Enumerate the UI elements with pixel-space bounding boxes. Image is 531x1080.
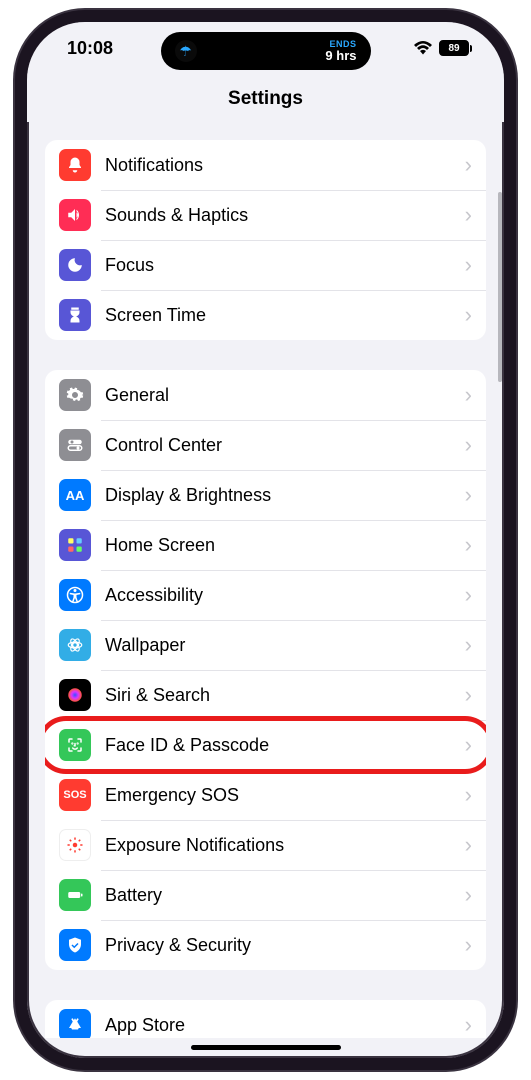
home-indicator[interactable]: [191, 1045, 341, 1050]
exposure-icon: [59, 829, 91, 861]
chevron-right-icon: ›: [465, 1012, 472, 1038]
chevron-right-icon: ›: [465, 302, 472, 328]
settings-group: App Store›: [45, 1000, 486, 1038]
settings-row-emergency-sos[interactable]: SOS Emergency SOS›: [45, 770, 486, 820]
status-time: 10:08: [67, 38, 113, 59]
wifi-icon: [413, 41, 433, 55]
appstore-icon: [59, 1009, 91, 1038]
row-label: Face ID & Passcode: [105, 735, 465, 756]
row-label: Notifications: [105, 155, 465, 176]
chevron-right-icon: ›: [465, 202, 472, 228]
battery-icon: [59, 879, 91, 911]
row-label: Accessibility: [105, 585, 465, 606]
chevron-right-icon: ›: [465, 252, 472, 278]
settings-row-exposure-notifications[interactable]: Exposure Notifications›: [45, 820, 486, 870]
chevron-right-icon: ›: [465, 682, 472, 708]
settings-row-control-center[interactable]: Control Center›: [45, 420, 486, 470]
chevron-right-icon: ›: [465, 932, 472, 958]
battery-indicator: 89: [439, 40, 472, 56]
settings-group: Notifications›Sounds & Haptics›Focus›Scr…: [45, 140, 486, 340]
settings-list[interactable]: Notifications›Sounds & Haptics›Focus›Scr…: [27, 122, 504, 1038]
faceid-icon: [59, 729, 91, 761]
settings-row-notifications[interactable]: Notifications›: [45, 140, 486, 190]
dynamic-island[interactable]: ☂ ENDS 9 hrs: [161, 32, 371, 70]
settings-row-home-screen[interactable]: Home Screen›: [45, 520, 486, 570]
chevron-right-icon: ›: [465, 432, 472, 458]
sos-icon: SOS: [59, 779, 91, 811]
row-label: Exposure Notifications: [105, 835, 465, 856]
row-label: General: [105, 385, 465, 406]
screentime-icon: [59, 299, 91, 331]
controlcenter-icon: [59, 429, 91, 461]
scroll-indicator: [498, 192, 502, 382]
display-icon: AA: [59, 479, 91, 511]
settings-group: General›Control Center›AADisplay & Brigh…: [45, 370, 486, 970]
chevron-right-icon: ›: [465, 382, 472, 408]
settings-row-battery[interactable]: Battery›: [45, 870, 486, 920]
status-bar: 10:08 ☂ ENDS 9 hrs 89: [27, 22, 504, 74]
chevron-right-icon: ›: [465, 832, 472, 858]
settings-row-general[interactable]: General›: [45, 370, 486, 420]
phone-frame: 10:08 ☂ ENDS 9 hrs 89 Settings Notificat…: [15, 10, 516, 1070]
settings-row-accessibility[interactable]: Accessibility›: [45, 570, 486, 620]
accessibility-icon: [59, 579, 91, 611]
island-hours: 9 hrs: [325, 49, 356, 62]
row-label: Wallpaper: [105, 635, 465, 656]
general-icon: [59, 379, 91, 411]
row-label: Focus: [105, 255, 465, 276]
settings-row-focus[interactable]: Focus›: [45, 240, 486, 290]
page-header: Settings: [27, 74, 504, 122]
row-label: App Store: [105, 1015, 465, 1036]
chevron-right-icon: ›: [465, 732, 472, 758]
row-label: Emergency SOS: [105, 785, 465, 806]
settings-row-app-store[interactable]: App Store›: [45, 1000, 486, 1038]
row-label: Screen Time: [105, 305, 465, 326]
umbrella-icon: ☂: [175, 40, 197, 62]
sounds-icon: [59, 199, 91, 231]
row-label: Sounds & Haptics: [105, 205, 465, 226]
settings-row-sounds-haptics[interactable]: Sounds & Haptics›: [45, 190, 486, 240]
row-label: Control Center: [105, 435, 465, 456]
settings-row-screen-time[interactable]: Screen Time›: [45, 290, 486, 340]
chevron-right-icon: ›: [465, 482, 472, 508]
chevron-right-icon: ›: [465, 532, 472, 558]
settings-row-privacy-security[interactable]: Privacy & Security›: [45, 920, 486, 970]
row-label: Siri & Search: [105, 685, 465, 706]
page-title: Settings: [27, 88, 504, 110]
row-label: Display & Brightness: [105, 485, 465, 506]
siri-icon: [59, 679, 91, 711]
row-label: Privacy & Security: [105, 935, 465, 956]
wallpaper-icon: [59, 629, 91, 661]
settings-row-wallpaper[interactable]: Wallpaper›: [45, 620, 486, 670]
settings-row-face-id-passcode[interactable]: Face ID & Passcode›: [45, 720, 486, 770]
privacy-icon: [59, 929, 91, 961]
row-label: Battery: [105, 885, 465, 906]
chevron-right-icon: ›: [465, 152, 472, 178]
homescreen-icon: [59, 529, 91, 561]
chevron-right-icon: ›: [465, 582, 472, 608]
settings-row-siri-search[interactable]: Siri & Search›: [45, 670, 486, 720]
focus-icon: [59, 249, 91, 281]
chevron-right-icon: ›: [465, 882, 472, 908]
notifications-icon: [59, 149, 91, 181]
chevron-right-icon: ›: [465, 632, 472, 658]
row-label: Home Screen: [105, 535, 465, 556]
chevron-right-icon: ›: [465, 782, 472, 808]
settings-row-display-brightness[interactable]: AA Display & Brightness›: [45, 470, 486, 520]
